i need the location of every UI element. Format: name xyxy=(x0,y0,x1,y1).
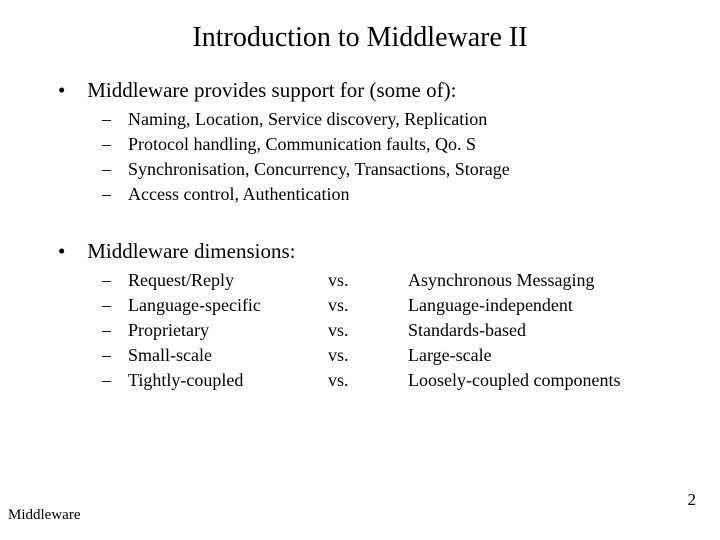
dimension-vs: vs. xyxy=(328,345,408,366)
sub-text: Protocol handling, Communication faults,… xyxy=(128,134,476,155)
dimension-row: – Small-scale vs. Large-scale xyxy=(102,345,680,366)
dimension-left: Proprietary xyxy=(128,320,328,341)
dimension-right: Asynchronous Messaging xyxy=(408,270,680,291)
dash-icon: – xyxy=(102,320,128,341)
dimension-vs: vs. xyxy=(328,320,408,341)
sub-text: Access control, Authentication xyxy=(128,184,349,205)
slide-title: Introduction to Middleware II xyxy=(0,0,720,64)
dimension-row: – Proprietary vs. Standards-based xyxy=(102,320,680,341)
footer-label: Middleware xyxy=(8,507,80,524)
dash-icon: – xyxy=(102,295,128,316)
dash-icon: – xyxy=(102,270,128,291)
dimension-left: Language-specific xyxy=(128,295,328,316)
dash-icon: – xyxy=(102,109,128,130)
dimension-vs: vs. xyxy=(328,295,408,316)
sub-item: –Access control, Authentication xyxy=(102,184,680,205)
dimension-row: – Request/Reply vs. Asynchronous Messagi… xyxy=(102,270,680,291)
dash-icon: – xyxy=(102,345,128,366)
sub-text: Naming, Location, Service discovery, Rep… xyxy=(128,109,487,130)
dash-icon: – xyxy=(102,159,128,180)
bullet-text: Middleware dimensions: xyxy=(87,239,295,263)
bullet-item: Middleware provides support for (some of… xyxy=(62,78,680,205)
dimension-row: – Language-specific vs. Language-indepen… xyxy=(102,295,680,316)
dash-icon: – xyxy=(102,370,128,391)
sub-item: –Synchronisation, Concurrency, Transacti… xyxy=(102,159,680,180)
dimension-left: Small-scale xyxy=(128,345,328,366)
dimension-vs: vs. xyxy=(328,370,408,391)
bullet-list: Middleware provides support for (some of… xyxy=(62,78,680,391)
dash-icon: – xyxy=(102,184,128,205)
slide: Introduction to Middleware II Middleware… xyxy=(0,0,720,540)
dimension-row: – Tightly-coupled vs. Loosely-coupled co… xyxy=(102,370,680,391)
dimension-right: Standards-based xyxy=(408,320,680,341)
bullet-item: Middleware dimensions: – Request/Reply v… xyxy=(62,239,680,391)
dash-icon: – xyxy=(102,134,128,155)
page-number: 2 xyxy=(688,490,697,510)
dimension-left: Tightly-coupled xyxy=(128,370,328,391)
dimension-vs: vs. xyxy=(328,270,408,291)
sub-text: Synchronisation, Concurrency, Transactio… xyxy=(128,159,510,180)
slide-body: Middleware provides support for (some of… xyxy=(0,78,720,391)
sub-list: – Request/Reply vs. Asynchronous Messagi… xyxy=(102,270,680,391)
dimension-left: Request/Reply xyxy=(128,270,328,291)
bullet-text: Middleware provides support for (some of… xyxy=(87,78,456,102)
dimension-right: Loosely-coupled components xyxy=(408,370,680,391)
dimension-right: Large-scale xyxy=(408,345,680,366)
dimension-right: Language-independent xyxy=(408,295,680,316)
sub-item: –Protocol handling, Communication faults… xyxy=(102,134,680,155)
sub-item: –Naming, Location, Service discovery, Re… xyxy=(102,109,680,130)
sub-list: –Naming, Location, Service discovery, Re… xyxy=(102,109,680,205)
